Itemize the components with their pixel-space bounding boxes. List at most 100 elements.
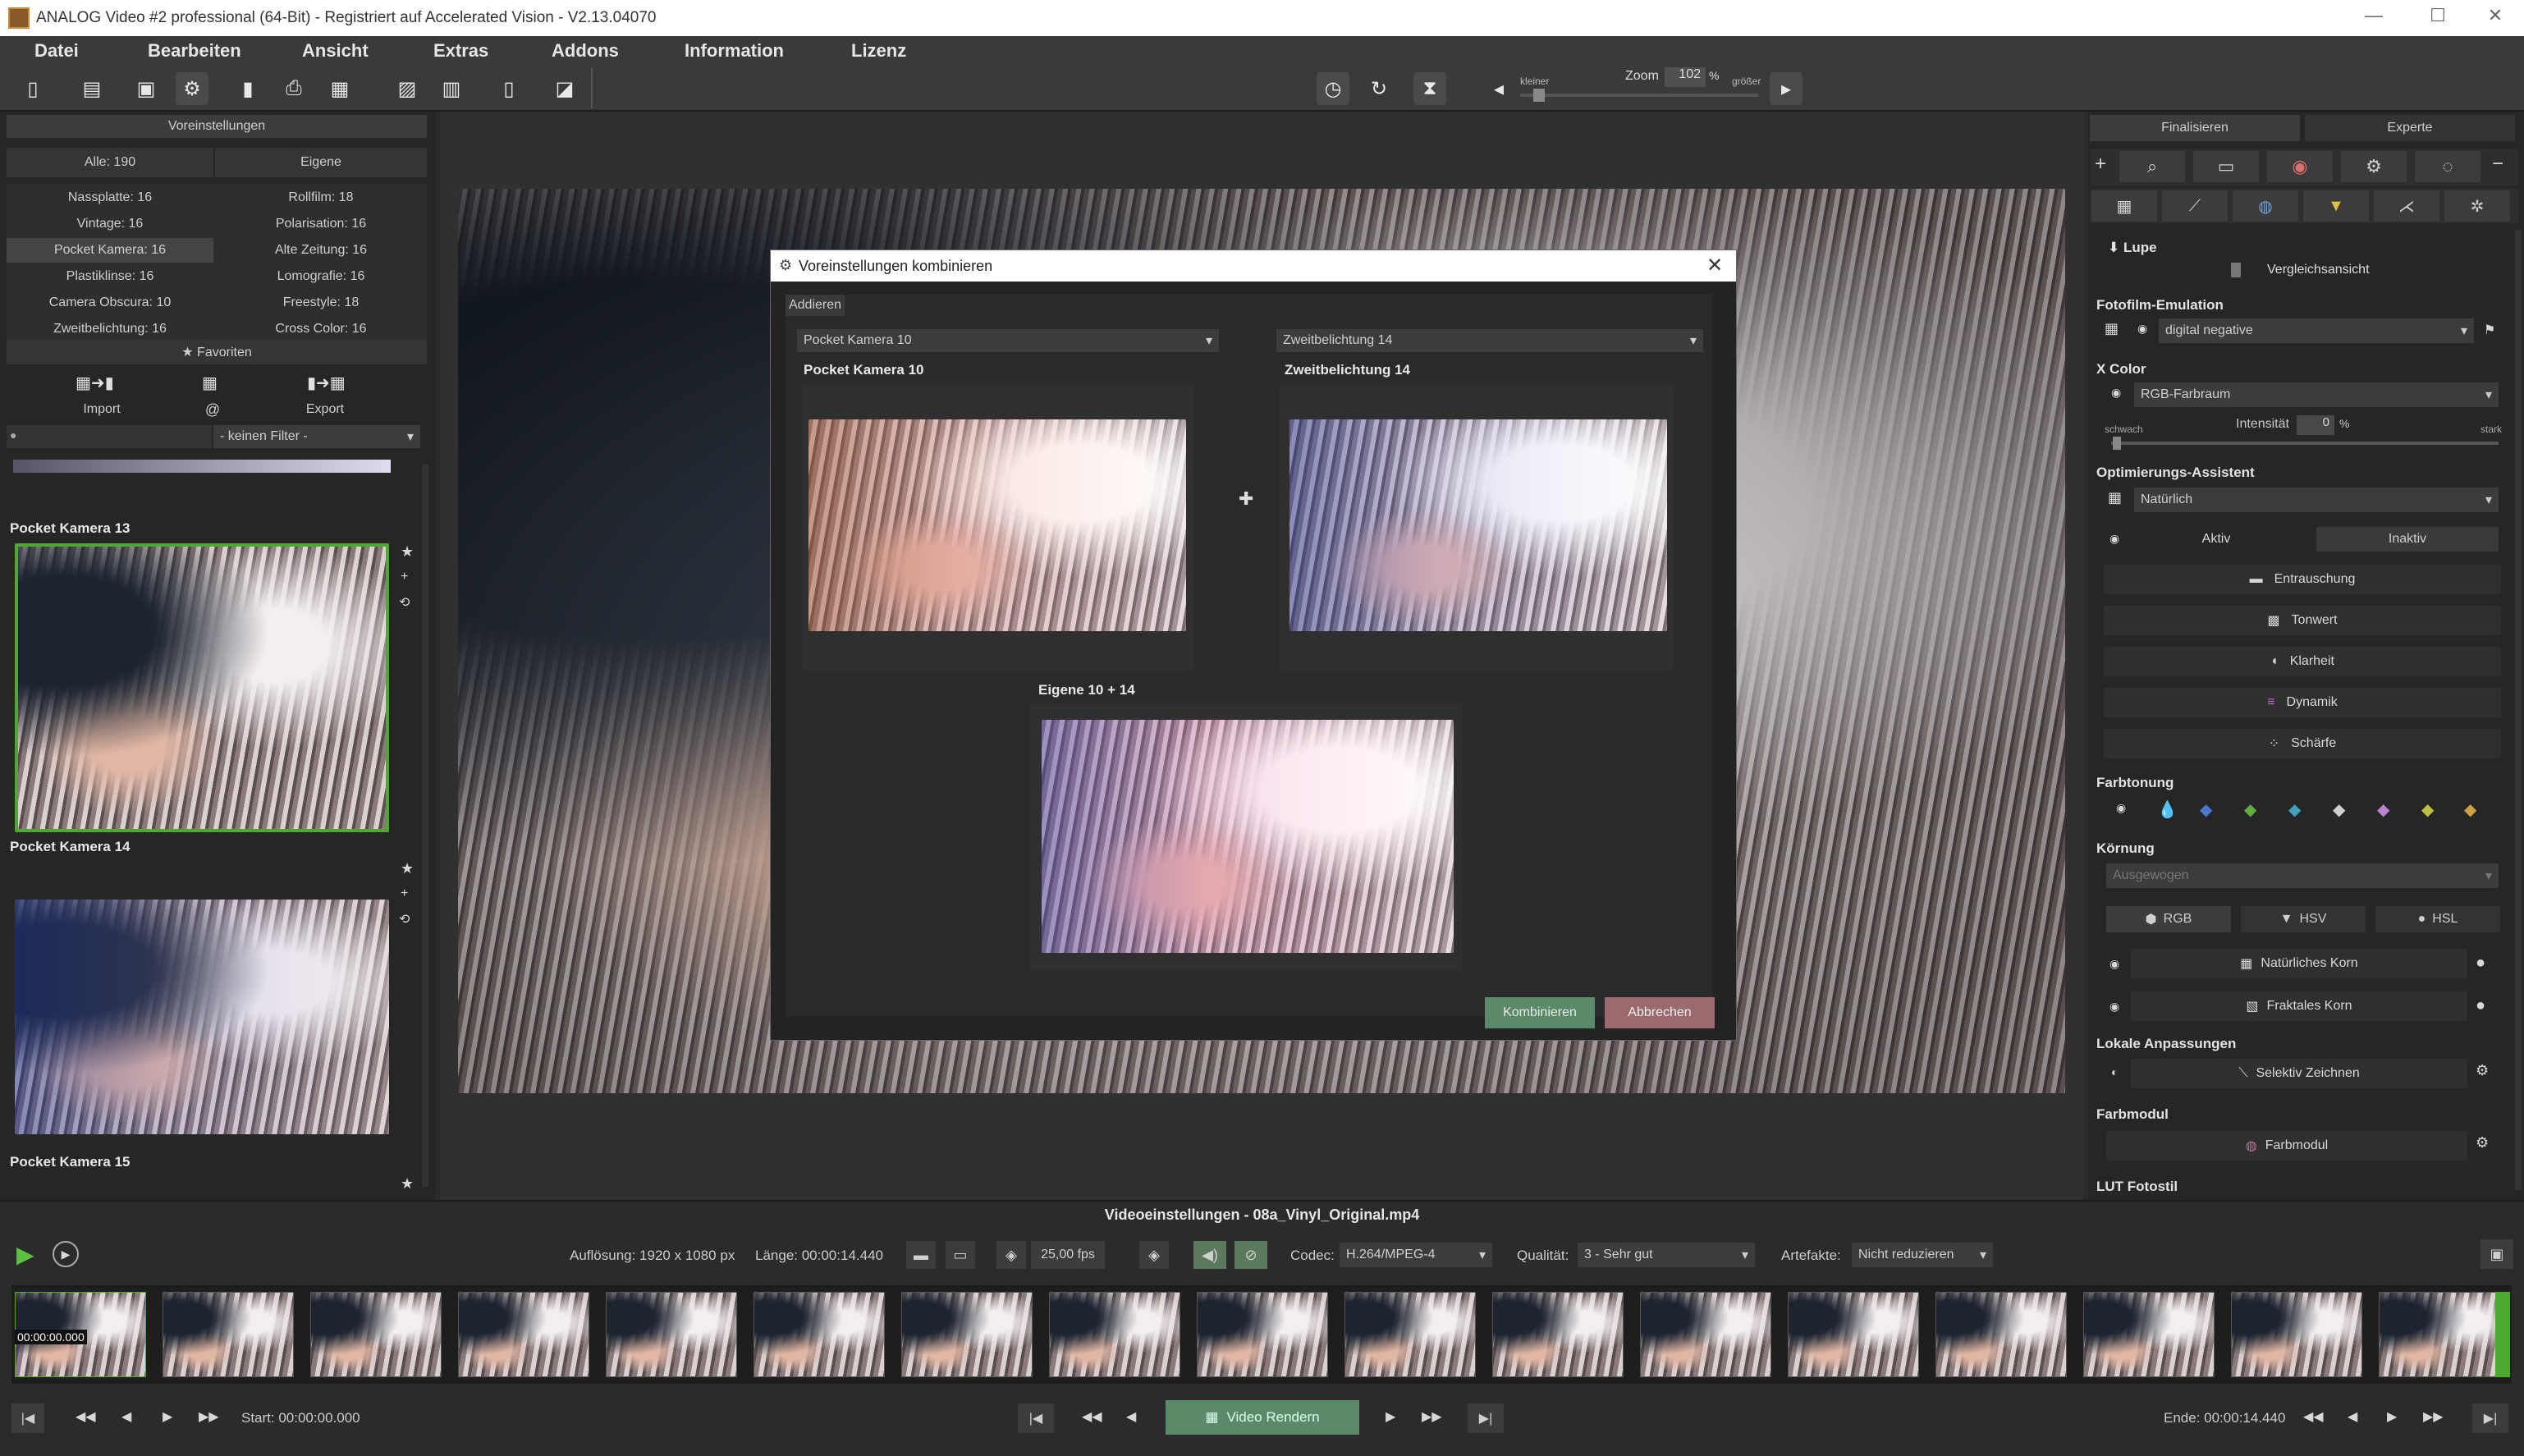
category-zweitbelichtung[interactable]: Zweitbelichtung: 16 [7, 317, 213, 341]
go-end-icon[interactable]: ▶| [2472, 1403, 2508, 1433]
crop-video-icon[interactable]: ▭ [946, 1241, 975, 1269]
color-circle-icon[interactable]: ◍ [2233, 190, 2298, 222]
brush-icon[interactable]: ⟋ [2162, 190, 2228, 222]
step-forward-icon[interactable]: ▶ [1386, 1408, 1395, 1425]
grain-select[interactable]: Ausgewogen ▾ [2106, 863, 2499, 888]
batch-icon[interactable]: ▦ [323, 72, 356, 105]
color-module-button[interactable]: ◍ Farbmodul [2106, 1131, 2467, 1161]
xcolor-select[interactable]: RGB-Farbraum ▾ [2134, 382, 2499, 407]
optim-select[interactable]: Natürlich ▾ [2134, 488, 2499, 512]
history-icon[interactable]: ◷ [1317, 72, 1349, 105]
filmstrip-frame[interactable] [2231, 1292, 2362, 1377]
magnifier-icon[interactable]: ⌕ [2119, 151, 2185, 182]
export-presets-icon[interactable]: ▮➜▦ [307, 373, 346, 393]
category-polarisation[interactable]: Polarisation: 16 [215, 212, 427, 236]
filter-select[interactable]: - keinen Filter - ▾ [213, 425, 420, 448]
tab-addieren[interactable]: Addieren [786, 295, 845, 316]
settings-icon[interactable]: ⚙ [2476, 1062, 2489, 1079]
filmstrip-frame[interactable] [2083, 1292, 2215, 1377]
tool-dynamik[interactable]: ≡ Dynamik [2104, 688, 2501, 717]
menu-bearbeiten[interactable]: Bearbeiten [148, 40, 241, 62]
zoom-value[interactable]: 102 [1665, 67, 1706, 87]
export-icon[interactable]: ▨ [391, 72, 424, 105]
preset-thumb-13[interactable] [15, 543, 389, 832]
eye-icon[interactable]: ◉ [2109, 532, 2119, 546]
minus-icon[interactable]: − [2492, 153, 2503, 176]
category-rollfilm[interactable]: Rollfilm: 18 [215, 185, 427, 210]
preview-play-icon[interactable]: ▶ [53, 1241, 79, 1267]
half-circle-icon[interactable]: ◐ [2111, 1065, 2118, 1078]
step-back-icon[interactable]: ◀ [1126, 1408, 1136, 1425]
import-icon[interactable]: ▦➜▮ [76, 373, 114, 393]
selective-draw-button[interactable]: ⟍ Selektiv Zeichnen [2131, 1059, 2467, 1088]
dialog-close-button[interactable]: ✕ [1706, 254, 1723, 277]
menu-lizenz[interactable]: Lizenz [851, 40, 906, 62]
rotate-icon[interactable]: ↻ [1363, 72, 1395, 105]
menu-datei[interactable]: Datei [34, 40, 79, 62]
eye-icon[interactable]: ◉ [2109, 1000, 2119, 1014]
tone-drop-white-icon[interactable]: 💧 [2157, 799, 2178, 820]
category-plastiklinse[interactable]: Plastiklinse: 16 [7, 264, 213, 289]
audio-settings-icon[interactable]: ◈ [1139, 1241, 1169, 1269]
filmstrip-frame[interactable] [2379, 1292, 2508, 1377]
link-icon[interactable]: ⟲ [399, 911, 410, 927]
step-forward-icon[interactable]: ▶ [163, 1408, 172, 1425]
new-icon[interactable]: ▯ [16, 72, 49, 105]
fotofilm-select[interactable]: digital negative ▾ [2159, 318, 2474, 343]
zoom-out-icon[interactable]: ◂ [1482, 72, 1515, 105]
go-start-icon[interactable]: |◀ [11, 1403, 44, 1433]
eye-icon[interactable]: ◉ [2116, 801, 2126, 815]
fullscreen-icon[interactable]: ▣ [2480, 1239, 2513, 1269]
filmstrip-frame[interactable] [754, 1292, 885, 1377]
lupe-section[interactable]: ⬇ Lupe [2108, 240, 2157, 256]
combine-button[interactable]: Kombinieren [1485, 997, 1595, 1028]
circle-icon[interactable]: ● [2476, 996, 2485, 1015]
crop-icon[interactable]: ▭ [2193, 151, 2259, 182]
filmstrip-frame[interactable] [1049, 1292, 1180, 1377]
eye-icon[interactable]: ◉ [2137, 322, 2147, 336]
tone-drop-blue-icon[interactable]: ◆ [2200, 799, 2212, 820]
all-presets-button[interactable]: Alle: 190 [7, 148, 213, 177]
filmstrip-frame[interactable] [310, 1292, 442, 1377]
filmstrip-frame[interactable] [458, 1292, 589, 1377]
tone-drop-green-icon[interactable]: ◆ [2244, 799, 2256, 820]
mute-icon[interactable]: ⊘ [1235, 1241, 1267, 1269]
print-icon[interactable]: ⎙ [277, 72, 310, 105]
tab-finalisieren[interactable]: Finalisieren [2090, 115, 2300, 141]
drop-icon[interactable]: ◌ [2415, 151, 2480, 182]
menu-extras[interactable]: Extras [433, 40, 488, 62]
filmstrip-frame[interactable] [1788, 1292, 1919, 1377]
minimize-button[interactable]: — [2349, 5, 2398, 31]
category-vintage[interactable]: Vintage: 16 [7, 212, 213, 236]
rewind-icon[interactable]: ◀◀ [76, 1408, 96, 1425]
category-cross-color[interactable]: Cross Color: 16 [215, 317, 427, 341]
preset-thumb-14[interactable] [15, 900, 389, 1134]
render-start-icon[interactable]: |◀ [1018, 1403, 1054, 1433]
filmstrip-frame[interactable] [606, 1292, 737, 1377]
cancel-button[interactable]: Abbrechen [1605, 997, 1715, 1028]
save-icon[interactable]: ▮ [231, 72, 264, 105]
rewind-icon[interactable]: ◀◀ [2303, 1408, 2324, 1425]
filmstrip-frame[interactable] [163, 1292, 294, 1377]
link-icon[interactable]: ⟲ [399, 594, 410, 611]
grain-hsv-button[interactable]: ▼ HSV [2241, 906, 2366, 932]
filmstrip-frame[interactable] [1492, 1292, 1624, 1377]
tone-drop-orange-icon[interactable]: ◆ [2464, 799, 2476, 820]
zoom-slider-handle[interactable] [1533, 89, 1545, 102]
import-button[interactable]: Import [7, 399, 197, 420]
tool-schaerfe[interactable]: ⁘ Schärfe [2104, 729, 2501, 758]
fps-value[interactable]: 25,00 fps [1031, 1241, 1105, 1269]
filmstrip-frame[interactable] [1344, 1292, 1476, 1377]
intensity-slider[interactable] [2111, 442, 2499, 445]
grain-hsl-button[interactable]: ● HSL [2375, 906, 2500, 932]
share-icon[interactable]: ▦ [202, 373, 218, 393]
artifacts-select[interactable]: Nicht reduzieren ▾ [1852, 1243, 1993, 1267]
filmstrip-frame[interactable] [1197, 1292, 1328, 1377]
menu-information[interactable]: Information [685, 40, 784, 62]
printer-icon[interactable]: ▥ [435, 72, 468, 105]
optim-active-button[interactable]: Aktiv [2134, 527, 2298, 552]
add-icon[interactable]: + [2095, 153, 2106, 176]
step-back-icon[interactable]: ◀ [2348, 1408, 2357, 1425]
add-icon[interactable]: + [401, 570, 408, 584]
menu-addons[interactable]: Addons [552, 40, 619, 62]
